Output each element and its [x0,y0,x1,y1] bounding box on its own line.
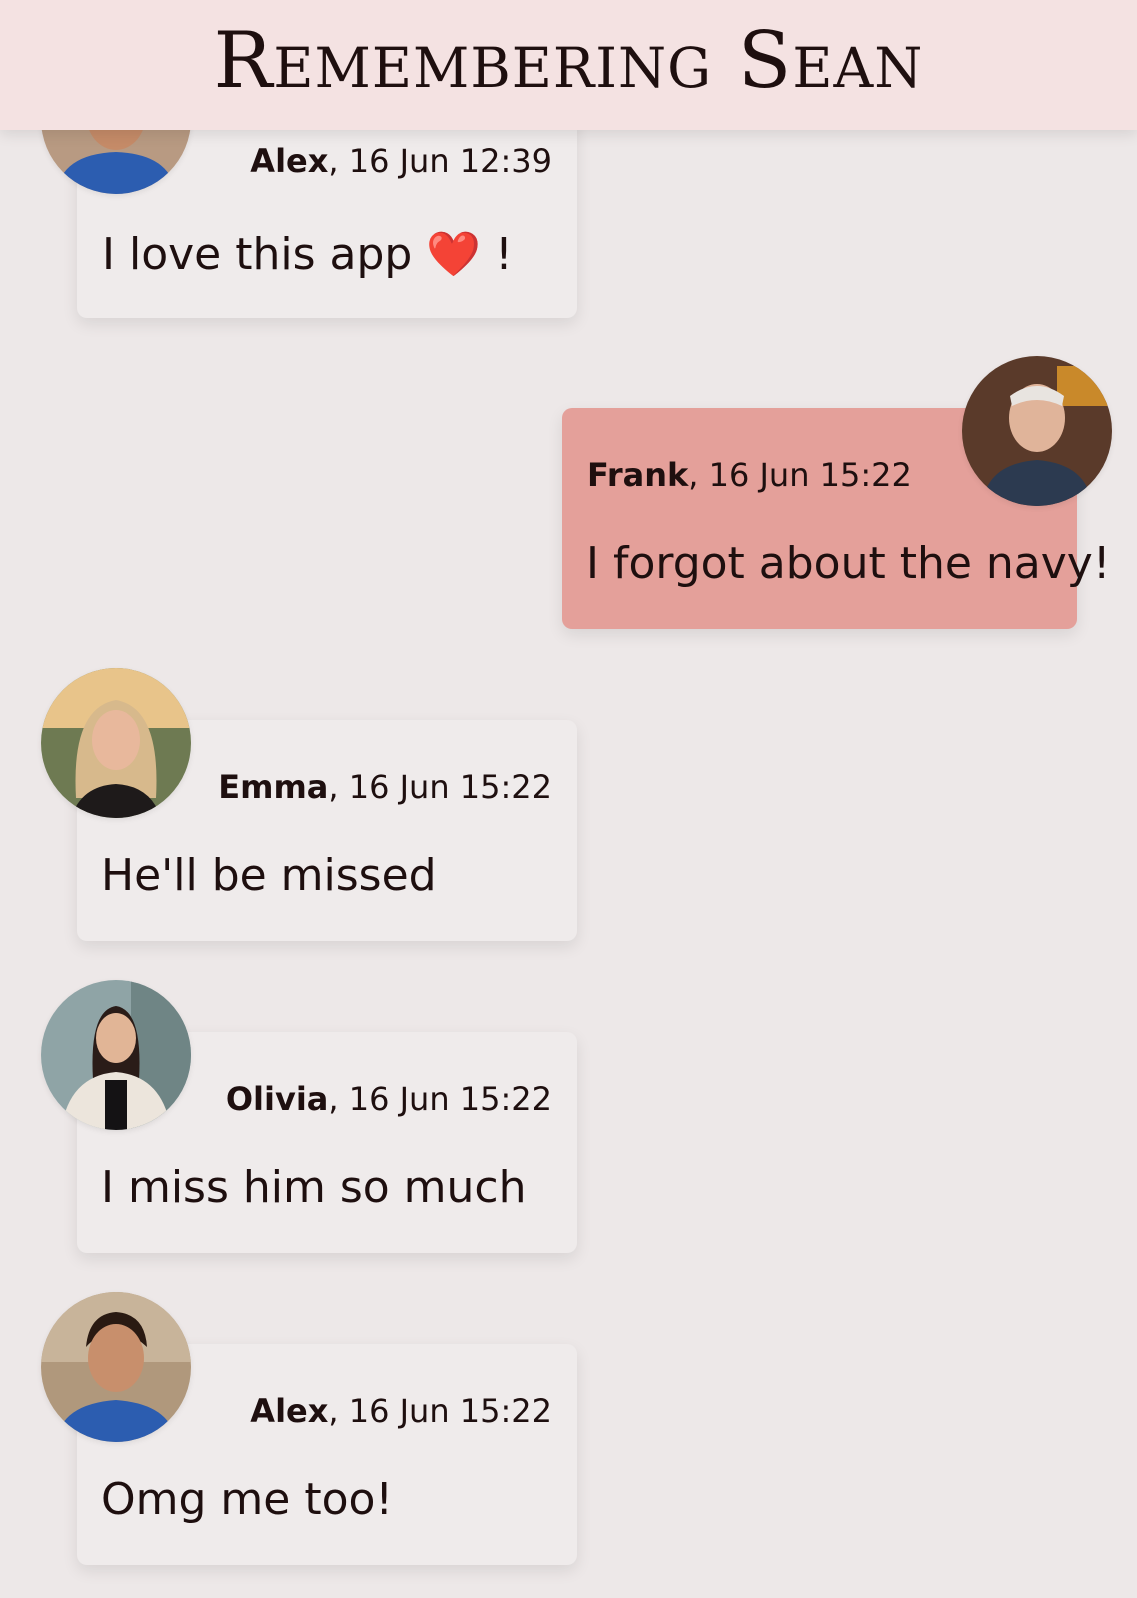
message-meta: Emma, 16 Jun 15:22 [218,768,552,806]
message-text: I forgot about the navy! [586,538,1111,589]
heart-icon: ❤️ [426,229,482,280]
message-text-suffix: ! [481,229,513,280]
message-meta: Frank, 16 Jun 15:22 [587,456,912,494]
message-meta: Alex, 16 Jun 12:39 [250,142,552,180]
message-meta: Alex, 16 Jun 15:22 [250,1392,552,1430]
avatar[interactable] [41,1292,191,1442]
avatar[interactable] [962,356,1112,506]
app-header: Remembering Sean [0,0,1137,130]
message-text: Omg me too! [101,1474,394,1525]
timestamp: , 16 Jun 12:39 [328,142,552,180]
avatar[interactable] [41,980,191,1130]
timestamp: , 16 Jun 15:22 [328,1080,552,1118]
message-meta: Olivia, 16 Jun 15:22 [226,1080,552,1118]
message-text-content: I love this app [102,229,413,280]
author-name[interactable]: Frank [587,456,688,494]
timestamp: , 16 Jun 15:22 [328,1392,552,1430]
message-text: I love this app ❤️ ! [102,228,513,280]
author-name[interactable]: Alex [250,1392,328,1430]
author-name[interactable]: Olivia [226,1080,329,1118]
timestamp: , 16 Jun 15:22 [688,456,912,494]
message-text: I miss him so much [101,1162,527,1213]
page-title: Remembering Sean [213,16,924,106]
author-name[interactable]: Alex [250,142,328,180]
message-text: He'll be missed [101,850,437,901]
avatar[interactable] [41,668,191,818]
author-name[interactable]: Emma [218,768,328,806]
timestamp: , 16 Jun 15:22 [328,768,552,806]
